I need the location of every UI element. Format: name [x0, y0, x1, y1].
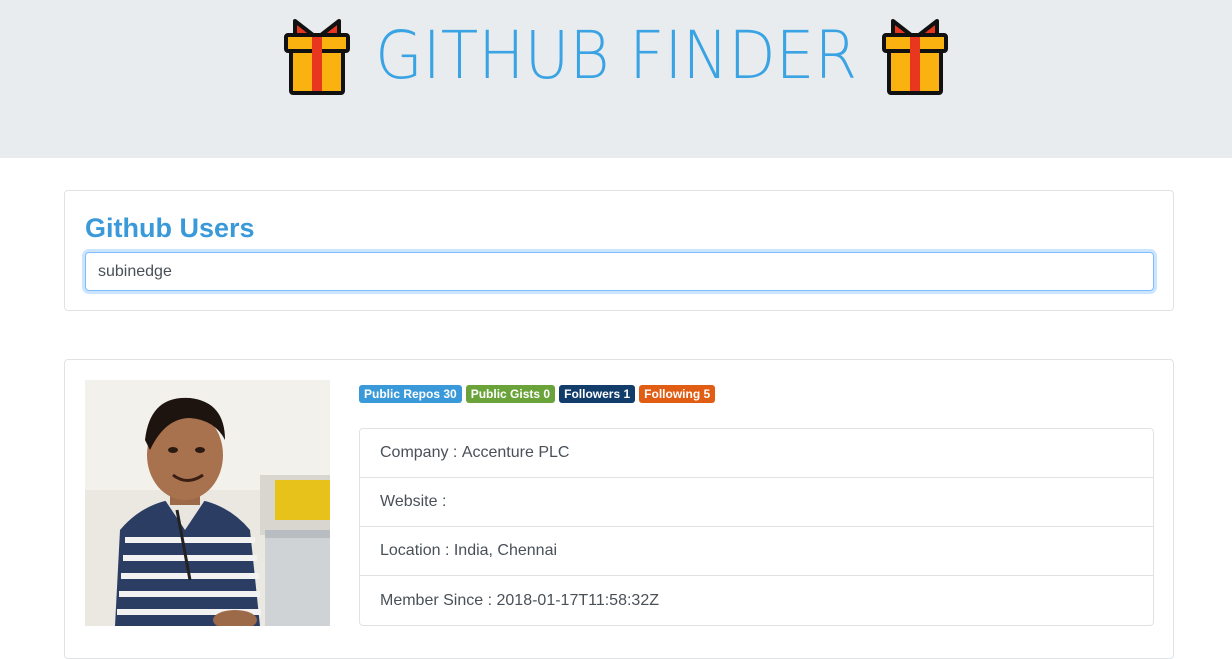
public-repos-badge: Public Repos 30 — [359, 385, 462, 403]
location-value: India, Chennai — [453, 542, 558, 559]
website-item: Website — [360, 478, 1153, 527]
stats-badges: Public Repos 30 Public Gists 0 Followers… — [359, 385, 716, 403]
search-input[interactable] — [85, 252, 1154, 291]
search-heading: Github Users — [85, 213, 255, 243]
user-avatar — [85, 380, 330, 626]
member-since-value: 2018-01-17T11:58:32Z — [496, 591, 659, 609]
company-value: Accenture PLC — [461, 444, 570, 461]
profile-card: Public Repos 30 Public Gists 0 Followers… — [64, 359, 1174, 659]
header-banner: GITHUB FINDER — [0, 0, 1232, 158]
brand: GITHUB FINDER — [0, 10, 1232, 102]
member-since-item: Member Since 2018-01-17T11:58:32Z — [360, 576, 1153, 625]
profile-details-list: Company Accenture PLC Website Location I… — [359, 428, 1154, 626]
location-item: Location India, Chennai — [360, 527, 1153, 576]
user-avatar-photo — [85, 380, 330, 626]
gift-icon — [882, 19, 949, 95]
company-item: Company Accenture PLC — [360, 429, 1153, 478]
gift-icon — [283, 19, 350, 95]
public-gists-badge: Public Gists 0 — [465, 385, 556, 403]
followers-badge: Followers 1 — [559, 385, 636, 403]
following-badge: Following 5 — [639, 385, 716, 403]
app-title: GITHUB FINDER — [375, 17, 857, 94]
search-card: Github Users — [64, 190, 1174, 311]
